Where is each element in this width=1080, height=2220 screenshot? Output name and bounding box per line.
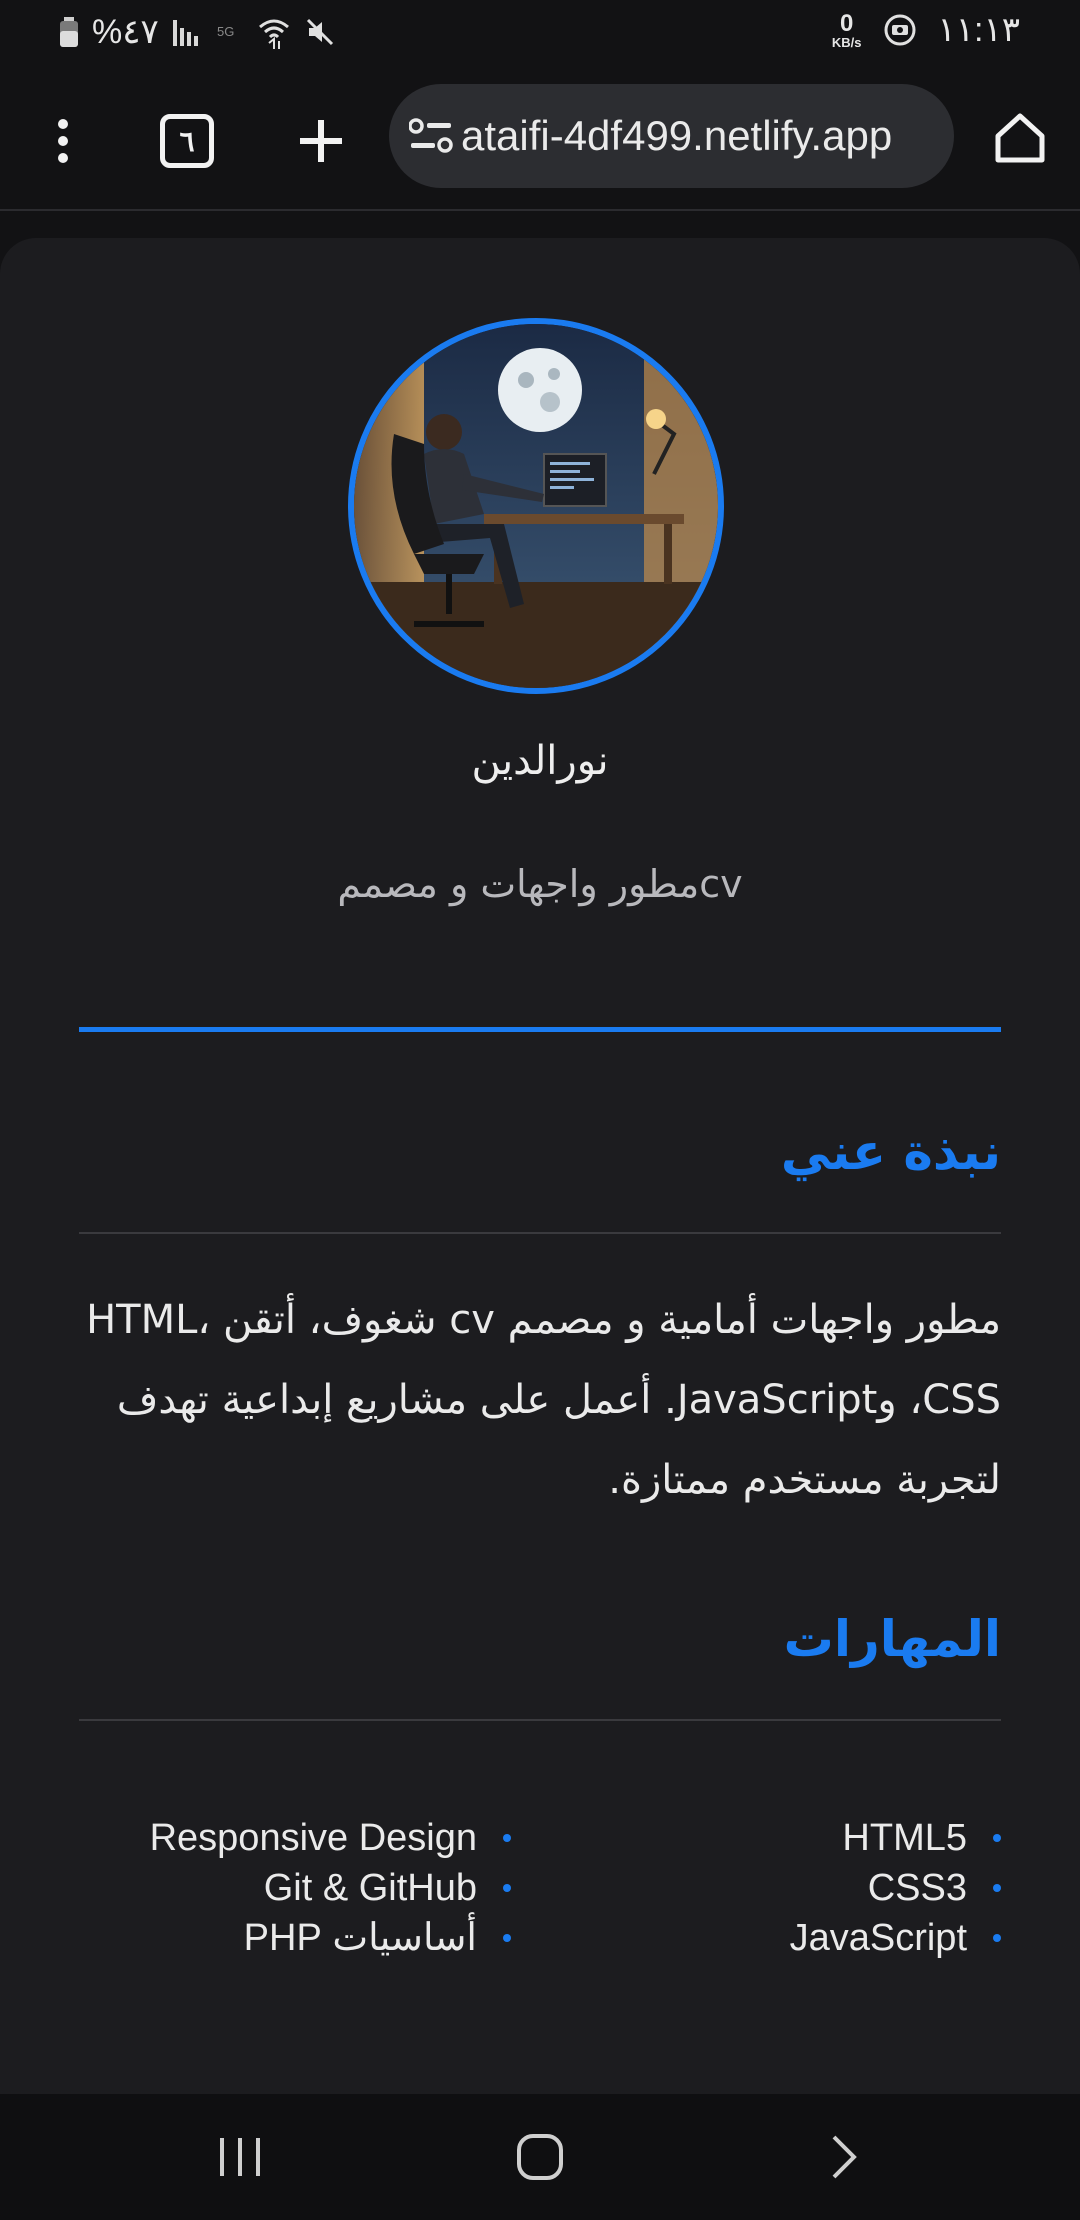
home-circle-icon (517, 2134, 563, 2180)
browser-toolbar: ٦ ataifi-4df499.netlify.app (0, 74, 1080, 208)
about-heading: نبذة عني (780, 1123, 1001, 1181)
screen-record-icon (884, 14, 915, 46)
list-item: JavaScript (790, 1913, 1001, 1963)
profile-avatar (348, 318, 724, 694)
list-item: Responsive Design (150, 1813, 511, 1863)
list-item: أساسيات PHP (150, 1913, 511, 1963)
avatar-illustration (354, 324, 718, 688)
bullet-icon (503, 1884, 511, 1892)
battery-icon (60, 17, 78, 47)
status-left: %٤٧ 5G (60, 12, 335, 52)
bullet-icon (993, 1934, 1001, 1942)
site-settings-icon[interactable] (409, 118, 453, 154)
bullet-icon (503, 1934, 511, 1942)
address-bar[interactable]: ataifi-4df499.netlify.app (389, 84, 954, 188)
tabs-button[interactable]: ٦ (160, 114, 214, 168)
battery-percent: %٤٧ (92, 13, 159, 51)
about-divider (79, 1232, 1001, 1234)
toolbar-divider (0, 209, 1080, 211)
bullet-icon (993, 1834, 1001, 1842)
system-nav-bar (0, 2094, 1080, 2220)
skills-list-right: HTML5 CSS3 JavaScript (790, 1813, 1001, 1963)
profile-role: مطور واجهات و مصممcv (337, 862, 743, 906)
more-options-icon[interactable] (38, 104, 88, 178)
status-right: 0 KB/s ١١:١٣ (832, 10, 1020, 50)
back-button[interactable] (804, 2094, 884, 2220)
new-tab-icon[interactable] (294, 114, 348, 168)
signal-icon (172, 20, 198, 46)
about-text: مطور واجهات أمامية و مصمم cv شغوف، أتقن … (86, 1297, 1001, 1503)
bullet-icon (503, 1834, 511, 1842)
status-bar: %٤٧ 5G 0 KB/s ١١:١٣ (0, 0, 1080, 62)
wifi-icon (258, 19, 289, 49)
chevron-right-icon (832, 2135, 857, 2179)
home-icon[interactable] (990, 106, 1050, 170)
skills-divider (79, 1719, 1001, 1721)
recent-apps-button[interactable] (200, 2094, 280, 2220)
mute-icon (306, 18, 333, 46)
url-text[interactable]: ataifi-4df499.netlify.app (461, 84, 939, 188)
profile-name: نورالدين (471, 738, 609, 784)
list-item: CSS3 (790, 1863, 1001, 1913)
list-item: HTML5 (790, 1813, 1001, 1863)
header-divider (79, 1027, 1001, 1032)
network-speed: 0 KB/s (831, 9, 862, 50)
list-item: Git & GitHub (150, 1863, 511, 1913)
clock: ١١:١٣ (937, 11, 1021, 49)
bullet-icon (993, 1884, 1001, 1892)
recent-apps-icon (220, 2138, 260, 2176)
svg-text:5G: 5G (217, 24, 234, 39)
tab-count: ٦ (179, 125, 195, 157)
home-button[interactable] (500, 2094, 580, 2220)
skills-heading: المهارات (783, 1610, 1001, 1668)
skills-list-left: Responsive Design Git & GitHub أساسيات P… (150, 1813, 511, 1963)
5g-icon: 5G (217, 24, 234, 39)
